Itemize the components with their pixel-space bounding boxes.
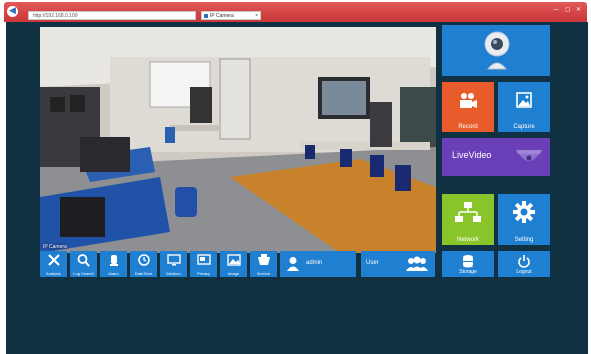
- service-icon: [257, 254, 270, 265]
- users-icon: [406, 256, 428, 271]
- image-button[interactable]: Image: [220, 251, 247, 277]
- clock-icon: [137, 254, 150, 266]
- storage-label: Storage: [459, 269, 477, 275]
- browser-tab[interactable]: IP Camera ×: [201, 11, 261, 20]
- capture-label: Capture: [513, 124, 535, 130]
- logout-button[interactable]: Logout: [498, 251, 550, 277]
- live-video-label: LiveVideo: [452, 150, 492, 160]
- live-video-view[interactable]: IP Camera: [40, 27, 436, 253]
- image-icon: [226, 254, 241, 266]
- network-button[interactable]: Network: [442, 194, 494, 245]
- wrench-icon: [47, 254, 60, 266]
- back-icon[interactable]: ◀: [7, 6, 18, 17]
- window-controls[interactable]: — ◻ ✕: [553, 6, 583, 13]
- webcam-icon: [484, 31, 510, 70]
- storage-button[interactable]: Storage: [442, 251, 494, 277]
- log-search-button[interactable]: Log Search: [70, 251, 97, 277]
- video-camera-icon: [460, 93, 477, 108]
- service-button[interactable]: Service: [250, 251, 277, 277]
- setting-button[interactable]: Setting: [498, 194, 550, 245]
- search-icon: [77, 254, 90, 267]
- record-label: Record: [458, 124, 478, 130]
- date-time-label: DateTime: [134, 271, 153, 276]
- user-icon: [287, 257, 299, 271]
- address-bar[interactable]: http://192.168.0.100: [28, 11, 196, 20]
- tab-close-icon[interactable]: ×: [255, 12, 258, 19]
- dome-camera-icon: [516, 150, 542, 161]
- alarm-label: Alarm: [108, 271, 119, 276]
- user-button-label: User: [366, 260, 379, 266]
- alarm-icon: [109, 255, 118, 266]
- service-label: Service: [256, 271, 271, 276]
- power-icon: [518, 255, 530, 268]
- alarm-button[interactable]: Alarm: [100, 251, 127, 277]
- privacy-button[interactable]: Privacy: [190, 251, 217, 277]
- network-icon: [455, 202, 481, 222]
- gear-icon: [513, 201, 535, 223]
- sharp-mode-label: Medium: [166, 271, 181, 276]
- setting-label: Setting: [514, 237, 534, 243]
- tab-favicon-icon: [204, 14, 208, 18]
- analysis-button[interactable]: Analysis: [40, 251, 67, 277]
- browser-titlebar: ◀ http://192.168.0.100 IP Camera × — ◻ ✕: [4, 2, 587, 22]
- camera-app: IP Camera Analysis Log Search Alarm Date…: [6, 22, 588, 354]
- tab-title: IP Camera: [210, 13, 234, 19]
- user-name-label: admin: [306, 260, 323, 266]
- network-label: Network: [456, 237, 479, 243]
- image-label: Image: [227, 271, 240, 276]
- date-time-button[interactable]: DateTime: [130, 251, 157, 277]
- monitor-icon: [166, 254, 181, 266]
- logout-label: Logout: [516, 269, 532, 275]
- record-button[interactable]: Record: [442, 82, 494, 132]
- analysis-label: Analysis: [46, 271, 61, 276]
- video-frame-image: [40, 27, 436, 253]
- database-icon: [463, 255, 473, 268]
- user-button[interactable]: User: [361, 251, 435, 277]
- picture-icon: [516, 92, 532, 108]
- video-camera-label: IP Camera: [43, 244, 67, 250]
- screen-icon: [196, 254, 211, 265]
- sharp-mode-button[interactable]: Medium: [160, 251, 187, 277]
- capture-button[interactable]: Capture: [498, 82, 550, 132]
- log-search-label: Log Search: [73, 271, 94, 276]
- live-video-button[interactable]: LiveVideo: [442, 138, 550, 176]
- camera-status-tile: [442, 25, 550, 76]
- privacy-label: Privacy: [196, 271, 211, 276]
- current-user-field[interactable]: admin: [280, 251, 356, 277]
